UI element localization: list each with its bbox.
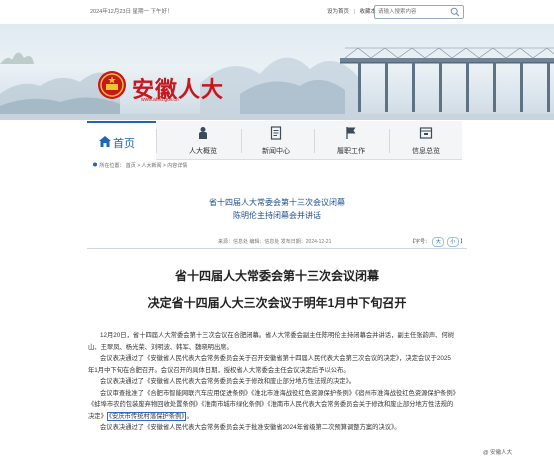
headline-line-1: 省十四届人大常委会第十三次会议闭幕 bbox=[174, 269, 379, 283]
person-flag-icon bbox=[199, 127, 207, 139]
nav-label: 人大概览 bbox=[189, 148, 217, 155]
font-size-label: 【字号： bbox=[410, 239, 431, 245]
nav-label: 履职工作 bbox=[337, 148, 365, 155]
folder-icon bbox=[419, 127, 433, 139]
site-url: www.ahrd.gov.cn bbox=[141, 97, 179, 103]
breadcrumb-current: 内容详情 bbox=[167, 163, 188, 169]
nav-label: 新闻中心 bbox=[262, 148, 290, 155]
link-separator: | bbox=[353, 9, 355, 15]
search-input[interactable] bbox=[378, 7, 448, 17]
paragraph: 会议表决通过了《安徽省人民代表大会常务委员会关于批准安徽省2024年省级第二次预… bbox=[100, 424, 401, 431]
search-icon[interactable] bbox=[450, 7, 460, 17]
paragraph: 会议表决通过了《安徽省人民代表大会常务委员会关于召开安徽省第十四届人民代表大会第… bbox=[88, 355, 451, 374]
nav-item-news[interactable]: 新闻中心 bbox=[238, 121, 314, 159]
nav-home[interactable]: 首页 bbox=[87, 121, 156, 161]
article-body: 12月20日，省十四届人大常委会第十三次会议在合肥闭幕。省人大常委会副主任陈明伦… bbox=[88, 330, 456, 434]
paragraph: 会议审查批准了《合肥市智能网联汽车应用促进条例》《淮北市淮海战役红色资源保护条例… bbox=[88, 388, 456, 423]
breadcrumb-prefix: 所在位置： bbox=[99, 163, 125, 169]
location-pin-icon bbox=[93, 162, 97, 167]
breadcrumb: 所在位置： 首页 > 人大新闻 > 内容详情 bbox=[92, 162, 187, 169]
date-greeting: 2024年12月23日 星期一 下午好！ bbox=[90, 9, 173, 15]
flag-icon bbox=[346, 127, 356, 139]
search-box bbox=[374, 5, 464, 19]
font-size-control: 【字号： 大 小 】 bbox=[410, 237, 465, 247]
article-headline: 省十四届人大常委会第十三次会议闭幕 决定省十四届人大三次会议于明年1月中下旬召开 bbox=[87, 263, 467, 317]
paragraph-end: 。 bbox=[186, 412, 193, 420]
article-subtitle: 省十四届人大常委会第十三次会议闭幕 陈明伦主持闭幕会并讲话 bbox=[87, 196, 467, 222]
paragraph: 会议表决通过了《安徽省人民代表大会常务委员会关于修改和废止部分地方性法规的决定》… bbox=[100, 378, 356, 385]
nav-item-info[interactable]: 信息总览 bbox=[388, 121, 464, 159]
highlighted-regulation: 《安庆市传统村落保护条例》 bbox=[106, 411, 187, 421]
font-size-end: 】 bbox=[460, 239, 466, 245]
home-icon bbox=[99, 136, 111, 147]
watermark: @ 安徽人大 bbox=[483, 450, 513, 456]
header-banner: 安徽人大 www.ahrd.gov.cn bbox=[0, 24, 554, 120]
national-emblem-icon bbox=[98, 71, 126, 99]
subtitle-line-1: 省十四届人大常委会第十三次会议闭幕 bbox=[209, 198, 345, 207]
divider bbox=[87, 248, 467, 249]
headline-line-2: 决定省十四届人大三次会议于明年1月中下旬召开 bbox=[147, 296, 407, 310]
main-nav: 首页 人大概览 新闻中心 履职工作 信息总览 bbox=[87, 121, 464, 161]
article: 省十四届人大常委会第十三次会议闭幕 陈明伦主持闭幕会并讲话 来源：信息处 编辑：… bbox=[87, 174, 467, 471]
mountain-bridge-scenery bbox=[0, 47, 554, 120]
breadcrumb-home[interactable]: 首页 bbox=[126, 163, 136, 169]
nav-divider bbox=[156, 129, 157, 153]
top-bar: 2024年12月23日 星期一 下午好！ 设为首页 | 收藏本站 bbox=[0, 0, 554, 24]
article-meta: 来源：信息处 编辑：信息处 发布日期：2024-12-21 bbox=[218, 239, 332, 245]
nav-home-label: 首页 bbox=[113, 138, 135, 150]
font-size-small-button[interactable]: 小 bbox=[446, 237, 459, 247]
nav-item-overview[interactable]: 人大概览 bbox=[165, 121, 241, 159]
document-icon bbox=[270, 126, 282, 140]
nav-item-duty[interactable]: 履职工作 bbox=[313, 121, 389, 159]
set-homepage-link[interactable]: 设为首页 bbox=[327, 9, 349, 15]
nav-label: 信息总览 bbox=[412, 148, 440, 155]
breadcrumb-news[interactable]: 人大新闻 bbox=[142, 163, 162, 169]
font-size-large-button[interactable]: 大 bbox=[432, 237, 445, 247]
paragraph: 12月20日，省十四届人大常委会第十三次会议在合肥闭幕。省人大常委会副主任陈明伦… bbox=[88, 332, 455, 351]
subtitle-line-2: 陈明伦主持闭幕会并讲话 bbox=[233, 211, 321, 220]
